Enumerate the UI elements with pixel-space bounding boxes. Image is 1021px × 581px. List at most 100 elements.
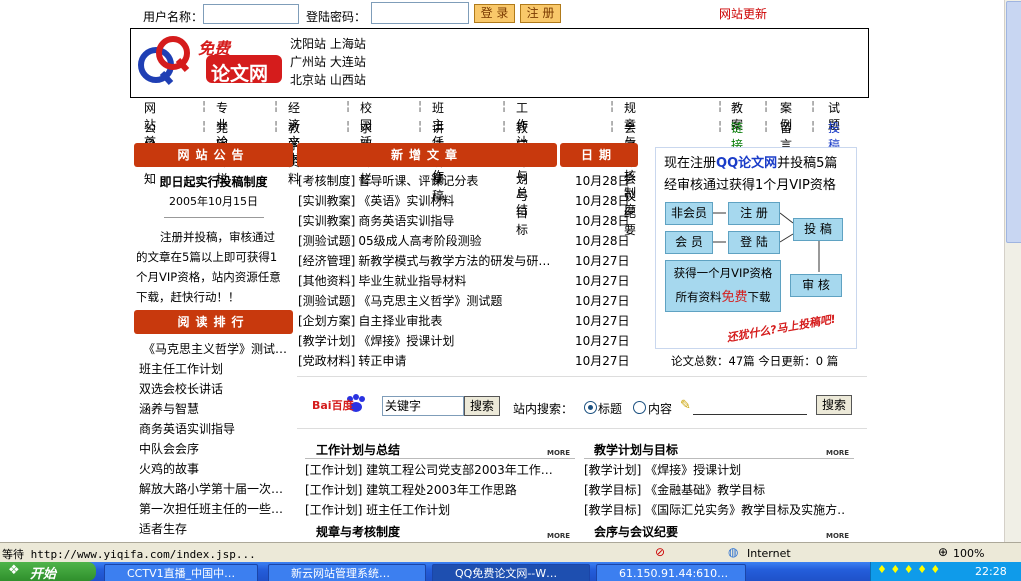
taskbar-item-active[interactable]: QQ免费论文网--W… <box>432 564 590 581</box>
article-date: 10月27日 <box>575 314 630 328</box>
article-title[interactable]: 自主择业审批表 <box>358 314 442 328</box>
article-category[interactable]: [实训教案] <box>298 214 355 228</box>
article-category[interactable]: [其他资料] <box>298 274 355 288</box>
work-plan-item[interactable]: [工作计划] 班主任工作计划 <box>305 501 555 518</box>
taskbar-item[interactable]: 新云网站管理系统… <box>268 564 426 581</box>
article-date: 10月28日 <box>575 214 630 228</box>
article-title[interactable]: 督导听课、评课记分表 <box>358 174 478 188</box>
scrollbar-thumb[interactable] <box>1006 1 1021 243</box>
rules-more[interactable]: MORE <box>547 532 570 540</box>
username-label: 用户名称： <box>143 10 204 24</box>
register-button[interactable]: 注 册 <box>520 4 561 23</box>
branch-row[interactable]: 广州站 大连站 <box>290 53 366 71</box>
password-input[interactable] <box>371 2 469 24</box>
meeting-more[interactable]: MORE <box>826 532 849 540</box>
article-row[interactable]: [考核制度] 督导听课、评课记分表 <box>298 172 560 189</box>
vertical-scrollbar[interactable] <box>1004 0 1021 542</box>
article-category[interactable]: [测验试题] <box>298 294 355 308</box>
tray-icons[interactable]: ♦ ♦ ♦ ♦ ♦ <box>877 563 940 576</box>
article-category[interactable]: [企划方案] <box>298 314 355 328</box>
baidu-text: Bai百度 <box>312 399 354 412</box>
ranking-item[interactable]: 解放大路小学第十届一次… <box>139 480 289 497</box>
site-search-input[interactable] <box>693 413 807 415</box>
taskbar-item[interactable]: 61.150.91.44:610… <box>596 564 746 581</box>
branch-row[interactable]: 北京站 山西站 <box>290 71 366 89</box>
date-header: 日期 <box>560 143 638 167</box>
divider <box>297 428 867 429</box>
article-category[interactable]: [考核制度] <box>298 174 355 188</box>
radio-content[interactable] <box>633 401 646 414</box>
article-category[interactable]: [教学计划] <box>298 334 355 348</box>
teach-plan-more[interactable]: MORE <box>826 449 849 457</box>
logo[interactable]: 免费 论文网 <box>136 33 286 91</box>
vip-line1: 获得一个月VIP资格 <box>673 266 773 280</box>
article-title[interactable]: 《焊接》授课计划 <box>358 334 454 348</box>
work-plan-more[interactable]: MORE <box>547 449 570 457</box>
divider <box>584 458 854 459</box>
work-plan-item[interactable]: [工作计划] 建筑工程公司党支部2003年工作… <box>305 461 555 478</box>
divider <box>297 376 867 377</box>
article-row[interactable]: [党政材料] 转正申请 <box>298 352 560 369</box>
article-row[interactable]: [测验试题] 05级成人高考阶段测验 <box>298 232 560 249</box>
branch-row[interactable]: 沈阳站 上海站 <box>290 35 366 53</box>
taskbar-item[interactable]: CCTV1直播_中国中… <box>104 564 258 581</box>
article-category[interactable]: [党政材料] <box>298 354 355 368</box>
article-category[interactable]: [测验试题] <box>298 234 355 248</box>
promo-banner[interactable]: 现在注册QQ论文网并投稿5篇 经审核通过获得1个月VIP资格 非会员 注 册 会… <box>655 147 857 349</box>
article-row[interactable]: [经济管理] 新教学模式与教学方法的研发与研… <box>298 252 560 269</box>
baidu-search-button[interactable]: 搜索 <box>464 396 500 416</box>
article-title[interactable]: 《英语》实训材料 <box>358 194 454 208</box>
popup-blocker-icon[interactable]: ⊘ <box>655 545 665 559</box>
article-title[interactable]: 毕业生就业指导材料 <box>358 274 466 288</box>
ranking-item[interactable]: 班主任工作计划 <box>139 360 289 377</box>
zoom-icon: ⊕ <box>938 545 949 559</box>
zoom-level[interactable]: 100% <box>953 547 984 560</box>
vip-text: 下载 <box>747 290 771 304</box>
site-search-label: 站内搜索： <box>513 402 574 416</box>
baidu-logo[interactable]: Bai百度 <box>312 393 380 415</box>
teach-plan-title[interactable]: 教学计划与目标 <box>594 441 678 458</box>
ranking-item[interactable]: 《马克思主义哲学》测试… <box>143 340 293 357</box>
ranking-item[interactable]: 第一次担任班主任的一些… <box>139 500 289 517</box>
nav-separator: ¦ <box>202 119 207 133</box>
article-row[interactable]: [其他资料] 毕业生就业指导材料 <box>298 272 560 289</box>
teach-plan-item[interactable]: [教学目标] 《国际汇兑实务》教学目标及实施方… <box>584 501 844 518</box>
site-update-link[interactable]: 网站更新 <box>719 5 767 22</box>
site-search-button[interactable]: 搜索 <box>816 395 852 415</box>
ranking-item[interactable]: 中队会会序 <box>139 440 289 457</box>
article-row[interactable]: [实训教案] 《英语》实训材料 <box>298 192 560 209</box>
article-title[interactable]: 商务英语实训指导 <box>358 214 454 228</box>
article-date: 10月27日 <box>575 254 630 268</box>
article-date: 10月27日 <box>575 354 630 368</box>
teach-plan-item[interactable]: [教学目标] 《金融基础》教学目标 <box>584 481 844 498</box>
article-category[interactable]: [实训教案] <box>298 194 355 208</box>
article-title[interactable]: 05级成人高考阶段测验 <box>358 234 481 248</box>
article-title[interactable]: 《马克思主义哲学》测试题 <box>358 294 502 308</box>
baidu-search-input[interactable]: 关键字 <box>382 396 464 416</box>
nav-separator: ¦ <box>502 99 507 113</box>
ranking-item[interactable]: 涵养与智慧 <box>139 400 289 417</box>
ranking-item[interactable]: 适者生存 <box>139 520 289 537</box>
article-row[interactable]: [教学计划] 《焊接》授课计划 <box>298 332 560 349</box>
rules-title[interactable]: 规章与考核制度 <box>316 523 400 540</box>
start-label: 开始 <box>30 567 57 581</box>
ranking-item[interactable]: 商务英语实训指导 <box>139 420 289 437</box>
article-title[interactable]: 新教学模式与教学方法的研发与研… <box>358 254 550 268</box>
ranking-item[interactable]: 火鸡的故事 <box>139 460 289 477</box>
article-row[interactable]: [企划方案] 自主择业审批表 <box>298 312 560 329</box>
radio-title[interactable] <box>584 401 597 414</box>
article-row[interactable]: [测验试题] 《马克思主义哲学》测试题 <box>298 292 560 309</box>
work-plan-title[interactable]: 工作计划与总结 <box>316 441 400 458</box>
announcement-title[interactable]: 即日起实行投稿制度 <box>134 173 293 190</box>
login-button[interactable]: 登 录 <box>474 4 515 23</box>
windows-logo-icon: ❖ <box>8 563 20 578</box>
article-title[interactable]: 转正申请 <box>358 354 406 368</box>
work-plan-item[interactable]: [工作计划] 建筑工程处2003年工作思路 <box>305 481 555 498</box>
article-row[interactable]: [实训教案] 商务英语实训指导 <box>298 212 560 229</box>
article-category[interactable]: [经济管理] <box>298 254 355 268</box>
ranking-item[interactable]: 双选会校长讲话 <box>139 380 289 397</box>
teach-plan-item[interactable]: [教学计划] 《焊接》授课计划 <box>584 461 844 478</box>
meeting-title[interactable]: 会序与会议纪要 <box>594 523 678 540</box>
start-button[interactable]: ❖ 开始 <box>0 562 96 581</box>
username-input[interactable] <box>203 4 299 24</box>
